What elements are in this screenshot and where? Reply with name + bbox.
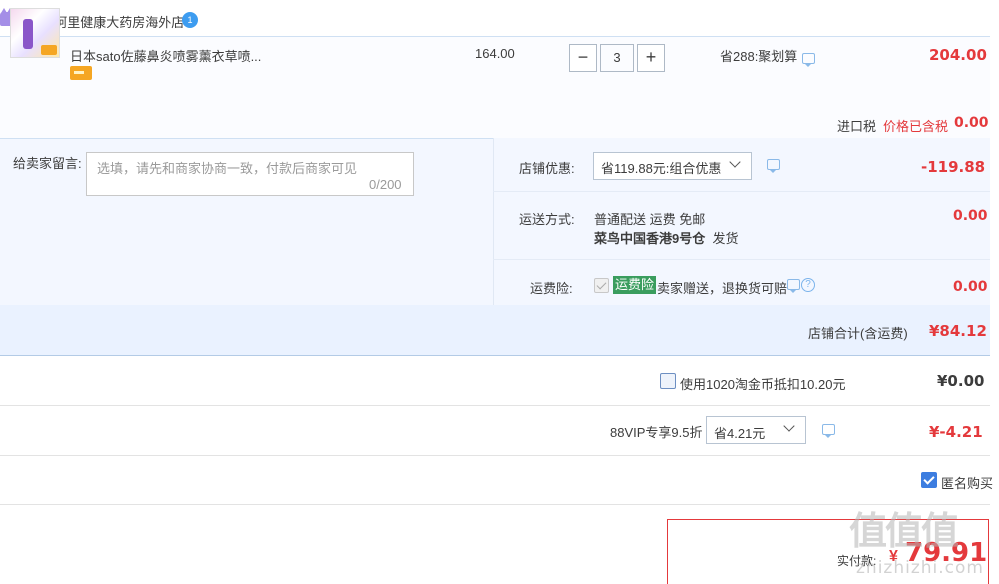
shop-total-value: ¥84.12 bbox=[929, 322, 987, 340]
watermark-logo: 值值值 bbox=[849, 509, 959, 553]
row-divider bbox=[493, 259, 990, 260]
insurance-label: 运费险: bbox=[530, 281, 573, 296]
ship-word: 发货 bbox=[712, 231, 739, 246]
watermark-url: zhizhizhi.com bbox=[856, 558, 984, 578]
item-subtotal: 204.00 bbox=[929, 46, 987, 64]
shop-coupon-selected: 省119.88元:组合优惠 bbox=[601, 161, 722, 176]
seller-message-placeholder: 选填，请先和商家协商一致，付款后商家可见 bbox=[97, 161, 358, 176]
coins-checkbox[interactable] bbox=[660, 373, 676, 389]
product-title-link[interactable]: 日本sato佐藤鼻炎喷雾薰衣草喷... bbox=[70, 46, 261, 65]
anonymous-label: 匿名购买 bbox=[941, 476, 994, 491]
shop-coupon-label: 店铺优惠: bbox=[519, 161, 575, 176]
shop-total-label: 店铺合计(含运费) bbox=[808, 326, 908, 341]
quantity-decrease-button[interactable]: − bbox=[569, 44, 597, 72]
row-divider bbox=[0, 504, 990, 505]
product-image-bottle bbox=[23, 19, 33, 49]
chat-icon[interactable] bbox=[787, 279, 800, 293]
unit-price: 164.00 bbox=[475, 46, 515, 61]
product-thumbnail[interactable] bbox=[10, 8, 60, 58]
shipping-warehouse: 菜鸟中国香港9号仓 发货 bbox=[594, 228, 738, 247]
import-tax-value: 0.00 bbox=[954, 115, 989, 131]
anonymous-checkbox[interactable] bbox=[921, 472, 937, 488]
product-image-tag bbox=[41, 45, 57, 55]
coins-value: ¥0.00 bbox=[937, 372, 985, 390]
card-icon bbox=[70, 66, 92, 80]
seller-message-counter: 0/200 bbox=[369, 177, 402, 192]
insurance-checkbox-icon bbox=[594, 278, 609, 293]
help-icon[interactable]: ? bbox=[801, 278, 815, 292]
import-tax-label: 进口税 bbox=[837, 119, 877, 134]
vip-discount-selected: 省4.21元 bbox=[714, 426, 766, 441]
insurance-badge: 运费险 bbox=[613, 276, 657, 294]
quantity-stepper: − 3 + bbox=[569, 44, 665, 72]
shop-header: 店铺: 阿里健康大药房海外店 1 bbox=[0, 0, 999, 36]
insurance-text: 卖家赠送，退换货可赔 bbox=[657, 281, 788, 296]
quantity-increase-button[interactable]: + bbox=[637, 44, 665, 72]
row-divider bbox=[0, 455, 990, 456]
shipping-label: 运送方式: bbox=[519, 212, 575, 227]
shipping-value: 0.00 bbox=[953, 208, 988, 224]
vip-discount-value: ¥-4.21 bbox=[929, 423, 983, 441]
coins-label: 使用1020淘金币抵扣10.20元 bbox=[680, 377, 846, 392]
promotion-text: 省288:聚划算 bbox=[720, 49, 798, 64]
insurance-value: 0.00 bbox=[953, 279, 988, 295]
chat-icon[interactable] bbox=[767, 159, 780, 173]
seller-message-label: 给卖家留言: bbox=[13, 156, 82, 171]
vip-discount-label: 88VIP专享9.5折 bbox=[610, 425, 703, 440]
chat-icon[interactable] bbox=[822, 424, 835, 438]
shop-level-badge-icon: 1 bbox=[182, 12, 198, 28]
row-divider bbox=[0, 405, 990, 406]
chat-icon[interactable] bbox=[802, 53, 815, 67]
shop-coupon-value: -119.88 bbox=[921, 158, 986, 176]
row-divider bbox=[493, 191, 990, 192]
warehouse-name: 菜鸟中国香港9号仓 bbox=[594, 231, 706, 246]
tax-included-link[interactable]: 价格已含税 bbox=[883, 116, 948, 135]
shipping-method: 普通配送 运费 免邮 bbox=[594, 212, 706, 227]
quantity-input[interactable]: 3 bbox=[600, 44, 634, 72]
